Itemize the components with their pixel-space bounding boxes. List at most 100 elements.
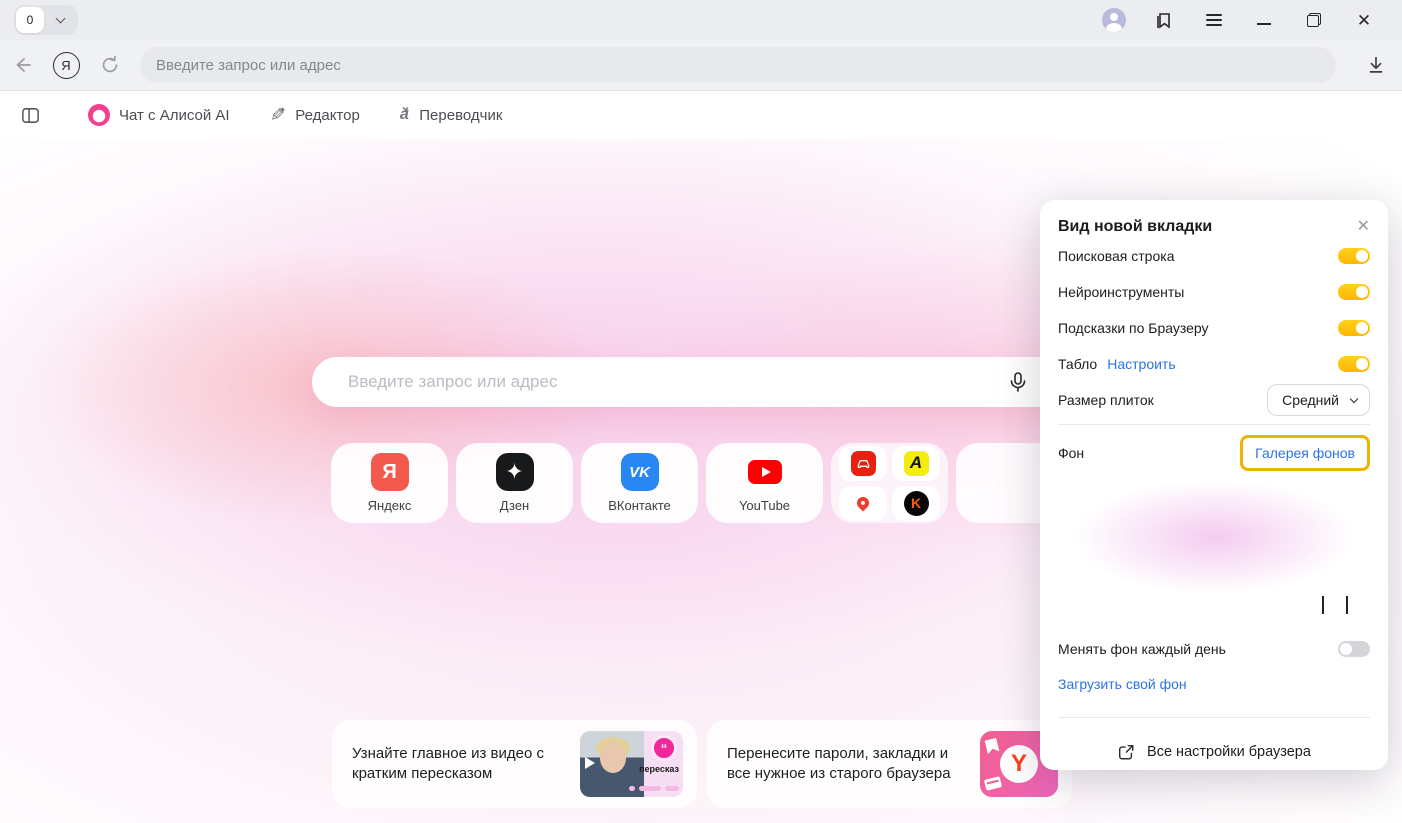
tile-dzen[interactable]: ✦ Дзен [456, 443, 573, 523]
chrome-top-bar: 0 ✕ [0, 0, 1402, 40]
refresh-button[interactable] [88, 54, 132, 76]
collections-button[interactable] [1152, 8, 1176, 32]
mini-tile[interactable] [839, 446, 887, 481]
search-bar-toggle[interactable] [1338, 248, 1370, 264]
play-icon [585, 757, 595, 769]
yandex-logo-letter: Я [61, 58, 70, 73]
sidebar-toggle-button[interactable] [18, 103, 42, 127]
autoru-icon: A [904, 451, 929, 476]
setting-label: Табло [1058, 356, 1097, 372]
hamburger-icon [1206, 14, 1222, 26]
chevron-left-icon [1322, 596, 1324, 614]
setting-label: Размер плиток [1058, 392, 1154, 408]
external-link-icon [1117, 743, 1135, 761]
browser-window: 0 ✕ Я [0, 0, 1402, 823]
download-icon [1365, 54, 1387, 76]
new-tab-view-popup: Вид новой вкладки ✕ Поисковая строка Ней… [1040, 200, 1388, 770]
chevron-down-icon [55, 14, 65, 24]
setting-row-tile-size: Размер плиток Средний [1058, 382, 1370, 418]
quote-badge-icon: “ [651, 735, 677, 761]
minimize-button[interactable] [1252, 8, 1276, 32]
microphone-icon [1006, 370, 1030, 394]
change-daily-toggle[interactable] [1338, 641, 1370, 657]
restore-button[interactable] [1302, 8, 1326, 32]
tile-yandex[interactable]: Я Яндекс [331, 443, 448, 523]
setting-row-browser-tips: Подсказки по Браузеру [1058, 310, 1370, 346]
setting-row-search-bar: Поисковая строка [1058, 238, 1370, 274]
sidebar-panel-icon [20, 105, 41, 126]
browser-tips-toggle[interactable] [1338, 320, 1370, 336]
tab[interactable]: 0 [16, 7, 44, 33]
popup-title: Вид новой вкладки [1058, 218, 1212, 236]
mini-tile[interactable]: A [892, 446, 940, 481]
kinopoisk-icon: K [904, 491, 929, 516]
setting-row-tableau: Табло Настроить [1058, 346, 1370, 382]
avatar-icon [1102, 8, 1126, 32]
translate-icon: ӑ✦ [400, 106, 410, 124]
browser-logo[interactable]: Я [44, 52, 88, 79]
tab-list-dropdown[interactable] [44, 18, 76, 22]
popup-close-button[interactable]: ✕ [1357, 219, 1370, 235]
maps-pin-icon [851, 491, 876, 516]
vk-icon: VK [621, 453, 659, 491]
close-window-button[interactable]: ✕ [1352, 8, 1376, 32]
setting-row-change-daily: Менять фон каждый день [1058, 631, 1370, 667]
gallery-highlight-frame: Галерея фонов [1240, 435, 1370, 471]
video-summary-promo-card[interactable]: Узнайте главное из видео с кратким перес… [332, 720, 697, 808]
back-button[interactable] [0, 54, 44, 76]
chevron-right-icon [1346, 596, 1348, 614]
voice-search-button[interactable] [1006, 370, 1030, 394]
bookmarks-bar: Чат с Алисой AI ✎✦ Редактор ӑ✦ Переводчи… [0, 90, 1402, 139]
back-arrow-icon [11, 54, 33, 76]
tile-group-folder[interactable]: A K [831, 443, 948, 523]
setting-label: Поисковая строка [1058, 248, 1174, 264]
search-input[interactable] [348, 372, 1030, 392]
configure-tableau-link[interactable]: Настроить [1107, 356, 1175, 372]
mini-tile[interactable] [839, 486, 887, 521]
tile-label: Яндекс [368, 498, 412, 513]
close-icon: ✕ [1357, 218, 1370, 235]
neuro-tools-toggle[interactable] [1338, 284, 1370, 300]
import-promo-card[interactable]: Перенесите пароли, закладки и все нужное… [707, 720, 1072, 808]
background-preview [1058, 483, 1370, 591]
previous-background-button[interactable] [1322, 596, 1324, 612]
address-bar-row: Я [0, 40, 1402, 90]
tile-size-select[interactable]: Средний [1267, 384, 1370, 416]
setting-label: Фон [1058, 445, 1084, 461]
tile-youtube[interactable]: YouTube [706, 443, 823, 523]
card-icon [984, 776, 1002, 791]
alice-icon [88, 104, 110, 126]
downloads-button[interactable] [1350, 54, 1402, 76]
divider [1058, 717, 1370, 718]
next-background-button[interactable] [1346, 596, 1348, 612]
bookmark-label: Переводчик [419, 107, 502, 124]
refresh-icon [99, 54, 121, 76]
setting-label: Подсказки по Браузеру [1058, 320, 1209, 336]
minimize-icon [1257, 23, 1271, 25]
profile-button[interactable] [1102, 8, 1126, 32]
mini-tile[interactable]: K [892, 486, 940, 521]
tab-label: 0 [27, 13, 34, 27]
setting-row-neuro-tools: Нейроинструменты [1058, 274, 1370, 310]
upload-background-link[interactable]: Загрузить свой фон [1058, 676, 1187, 692]
tableau-toggle[interactable] [1338, 356, 1370, 372]
bookmark-alice-chat[interactable]: Чат с Алисой AI [88, 104, 230, 126]
restore-icon [1307, 13, 1321, 27]
bookmark-editor[interactable]: ✎✦ Редактор [270, 105, 360, 126]
menu-button[interactable] [1202, 8, 1226, 32]
footer-label: Все настройки браузера [1147, 744, 1311, 760]
chevron-down-icon [1350, 395, 1358, 403]
tab-group: 0 [14, 5, 78, 35]
tile-vkontakte[interactable]: VK ВКонтакте [581, 443, 698, 523]
close-icon: ✕ [1357, 12, 1371, 29]
all-browser-settings-button[interactable]: Все настройки браузера [1058, 724, 1370, 780]
background-gallery-link[interactable]: Галерея фонов [1255, 445, 1355, 461]
address-bar[interactable] [140, 47, 1336, 83]
dzen-icon: ✦ [496, 453, 534, 491]
bookmark-label: Редактор [295, 107, 360, 124]
bookmark-translator[interactable]: ӑ✦ Переводчик [400, 106, 503, 124]
search-bar[interactable] [312, 357, 1074, 407]
address-input[interactable] [156, 57, 1320, 74]
bookmark-icon [984, 738, 999, 754]
setting-label: Менять фон каждый день [1058, 641, 1226, 657]
